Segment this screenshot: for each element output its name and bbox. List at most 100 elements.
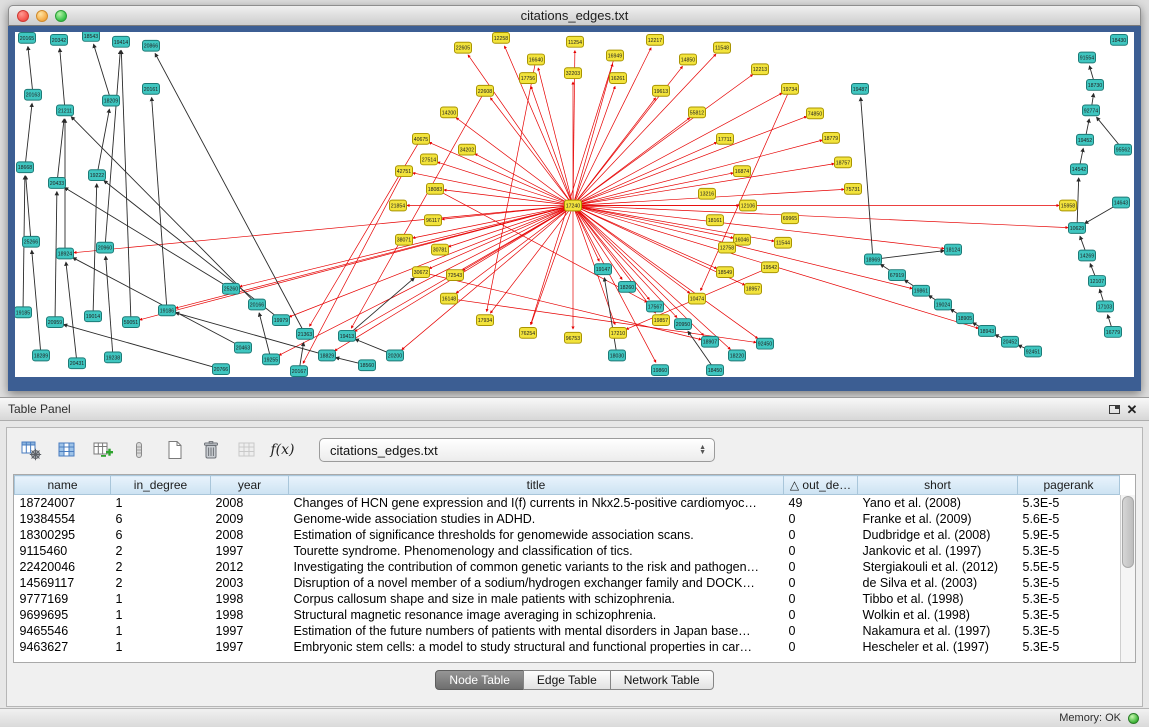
graph-node[interactable]: 13216 <box>699 188 716 199</box>
graph-node[interactable]: 18260 <box>619 281 636 292</box>
table-row[interactable]: 946362711997Embryonic stem cells: a mode… <box>15 639 1120 655</box>
graph-node[interactable]: 19014 <box>85 311 102 322</box>
graph-node[interactable]: 20342 <box>51 34 68 45</box>
graph-node[interactable]: 20165 <box>19 32 36 43</box>
graph-node[interactable]: 72543 <box>447 270 464 281</box>
graph-node[interactable]: 15958 <box>1060 200 1077 211</box>
graph-node[interactable]: 20866 <box>143 40 160 51</box>
graph-node[interactable]: 12213 <box>752 64 769 75</box>
graph-node[interactable]: 20433 <box>49 178 66 189</box>
graph-node[interactable]: 19024 <box>935 299 952 310</box>
graph-node[interactable]: 18220 <box>729 350 746 361</box>
row-tool-button[interactable] <box>125 437 152 464</box>
graph-node[interactable]: 19186 <box>159 305 176 316</box>
column-header-year[interactable]: year <box>211 476 289 495</box>
graph-node[interactable]: 20463 <box>235 342 252 353</box>
graph-node[interactable]: 12258 <box>493 32 510 43</box>
graph-node[interactable]: 16640 <box>528 54 545 65</box>
table-vertical-scrollbar[interactable] <box>1120 495 1135 662</box>
graph-node[interactable]: 34202 <box>459 144 476 155</box>
graph-node[interactable]: 30781 <box>432 244 449 255</box>
graph-node[interactable]: 18757 <box>835 157 852 168</box>
graph-node[interactable]: 92451 <box>1025 346 1042 357</box>
graph-node[interactable]: 25266 <box>23 236 40 247</box>
graph-node[interactable]: 19487 <box>852 83 869 94</box>
graph-node[interactable]: 19147 <box>595 264 612 275</box>
graph-node[interactable]: 27514 <box>421 154 438 165</box>
graph-node[interactable]: 96117 <box>425 215 442 226</box>
graph-node[interactable]: 14850 <box>680 54 697 65</box>
graph-node[interactable]: 20950 <box>675 319 692 330</box>
graph-node[interactable]: 18969 <box>865 254 882 265</box>
graph-node[interactable]: 18543 <box>83 32 100 41</box>
graph-node[interactable]: 18730 <box>1087 80 1104 91</box>
scrollbar-thumb[interactable] <box>1122 496 1134 568</box>
graph-node[interactable]: 18083 <box>427 183 444 194</box>
graph-node[interactable]: 40675 <box>413 133 430 144</box>
graph-node[interactable]: 92774 <box>1083 105 1100 116</box>
graph-node[interactable]: 19185 <box>15 307 32 318</box>
graph-node[interactable]: 17567 <box>647 301 664 312</box>
graph-node[interactable]: 17240 <box>565 200 582 211</box>
table-row[interactable]: 1830029562008Estimation of significance … <box>15 527 1120 543</box>
graph-node[interactable]: 55812 <box>689 107 706 118</box>
graph-node[interactable]: 22608 <box>477 85 494 96</box>
graph-node[interactable]: 42751 <box>396 166 413 177</box>
graph-node[interactable]: 16779 <box>1105 327 1122 338</box>
tab-node-table[interactable]: Node Table <box>435 670 524 690</box>
graph-node[interactable]: 16949 <box>607 50 624 61</box>
graph-node[interactable]: 19542 <box>762 262 779 273</box>
graph-node[interactable]: 18829 <box>319 350 336 361</box>
column-header-in_degree[interactable]: in_degree <box>111 476 211 495</box>
graph-node[interactable]: 20161 <box>143 83 160 94</box>
graph-node[interactable]: 38071 <box>396 234 413 245</box>
function-builder-button[interactable]: f(x) <box>269 437 296 464</box>
table-row[interactable]: 911546021997Tourette syndrome. Phenomeno… <box>15 543 1120 559</box>
minimize-button[interactable] <box>36 10 48 22</box>
float-panel-button[interactable] <box>1105 401 1123 417</box>
graph-node[interactable]: 20200 <box>387 350 404 361</box>
graph-node[interactable]: 16261 <box>610 73 627 84</box>
graph-node[interactable]: 18907 <box>702 336 719 347</box>
graph-node[interactable]: 20452 <box>1002 336 1019 347</box>
graph-node[interactable]: 17934 <box>477 315 494 326</box>
graph-node[interactable]: 18161 <box>707 215 724 226</box>
graph-node[interactable]: 21211 <box>57 105 74 116</box>
graph-node[interactable]: 11254 <box>567 36 584 47</box>
graph-node[interactable]: 69965 <box>782 213 799 224</box>
graph-node[interactable]: 17210 <box>610 328 627 339</box>
graph-node[interactable]: 19857 <box>653 315 670 326</box>
graph-node[interactable]: 18779 <box>823 132 840 143</box>
graph-node[interactable]: 22605 <box>455 42 472 53</box>
graph-node[interactable]: 10629 <box>1069 223 1086 234</box>
graph-node[interactable]: 19613 <box>653 85 670 96</box>
graph-node[interactable]: 20431 <box>69 358 86 369</box>
graph-node[interactable]: 96753 <box>565 332 582 343</box>
graph-node[interactable]: 18124 <box>945 244 962 255</box>
graph-node[interactable]: 75731 <box>845 183 862 194</box>
column-header-name[interactable]: name <box>15 476 111 495</box>
graph-node[interactable]: 18450 <box>707 365 724 376</box>
column-header-out_degree[interactable]: △ out_de… <box>784 476 858 495</box>
graph-node[interactable]: 12107 <box>1089 276 1106 287</box>
graph-node[interactable]: 32203 <box>565 68 582 79</box>
graph-node[interactable]: 19255 <box>263 354 280 365</box>
graph-node[interactable]: 91554 <box>1079 52 1096 63</box>
graph-node[interactable]: 18549 <box>717 267 734 278</box>
graph-node[interactable]: 30672 <box>413 267 430 278</box>
table-row[interactable]: 977716911998Corpus callosum shape and si… <box>15 591 1120 607</box>
graph-node[interactable]: 17756 <box>520 73 537 84</box>
tab-edge-table[interactable]: Edge Table <box>523 670 611 690</box>
graph-node[interactable]: 18289 <box>33 350 50 361</box>
graph-node[interactable]: 18430 <box>1111 34 1128 45</box>
graph-node[interactable]: 12758 <box>719 242 736 253</box>
graph-node[interactable]: 18943 <box>979 326 996 337</box>
graph-node[interactable]: 19413 <box>339 330 356 341</box>
network-canvas[interactable]: 1724012106160461854910474198571721096753… <box>15 32 1134 377</box>
graph-node[interactable]: 19979 <box>273 315 290 326</box>
graph-node[interactable]: 14643 <box>1113 197 1130 208</box>
table-row[interactable]: 1938455462009Genome-wide association stu… <box>15 511 1120 527</box>
window-titlebar[interactable]: citations_edges.txt <box>8 5 1141 26</box>
graph-node[interactable]: 17103 <box>1097 301 1114 312</box>
graph-node[interactable]: 59051 <box>123 317 140 328</box>
